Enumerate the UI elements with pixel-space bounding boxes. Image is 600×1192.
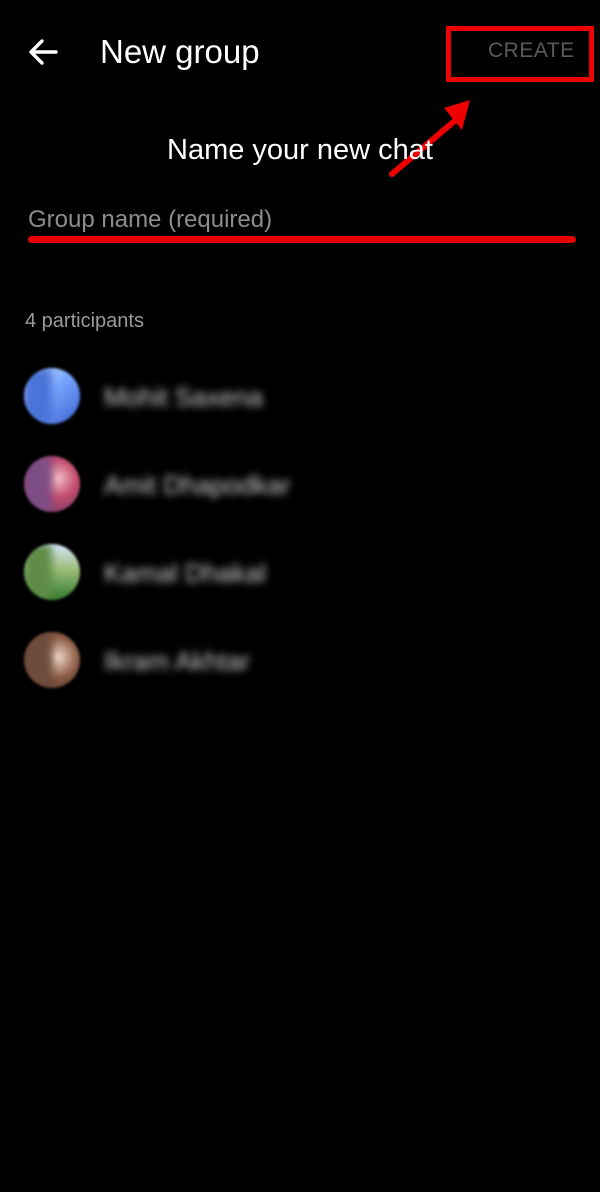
participants-list: Mohit Saxena Amit Dhapodkar Kamal Dhakal…: [0, 354, 600, 706]
participant-row: Amit Dhapodkar: [0, 442, 600, 530]
participant-name: Ikram Akhtar: [104, 646, 250, 676]
avatar: [24, 544, 80, 600]
participant-name: Kamal Dhakal: [104, 558, 266, 588]
name-chat-heading: Name your new chat: [167, 134, 433, 166]
avatar: [24, 632, 80, 688]
participant-name: Amit Dhapodkar: [104, 470, 291, 500]
back-button[interactable]: [24, 30, 64, 74]
arrow-left-icon: [29, 39, 58, 65]
create-button[interactable]: CREATE: [488, 36, 575, 66]
participant-row: Kamal Dhakal: [0, 530, 600, 618]
group-name-underline: [28, 236, 576, 243]
app-bar: New group CREATE: [0, 0, 600, 104]
avatar: [24, 456, 80, 512]
participant-row: Ikram Akhtar: [0, 618, 600, 706]
avatar: [24, 368, 80, 424]
participant-name: Mohit Saxena: [104, 382, 263, 412]
participant-row: Mohit Saxena: [0, 354, 600, 442]
participants-count: 4 participants: [25, 310, 144, 332]
page-title: New group: [100, 33, 260, 70]
